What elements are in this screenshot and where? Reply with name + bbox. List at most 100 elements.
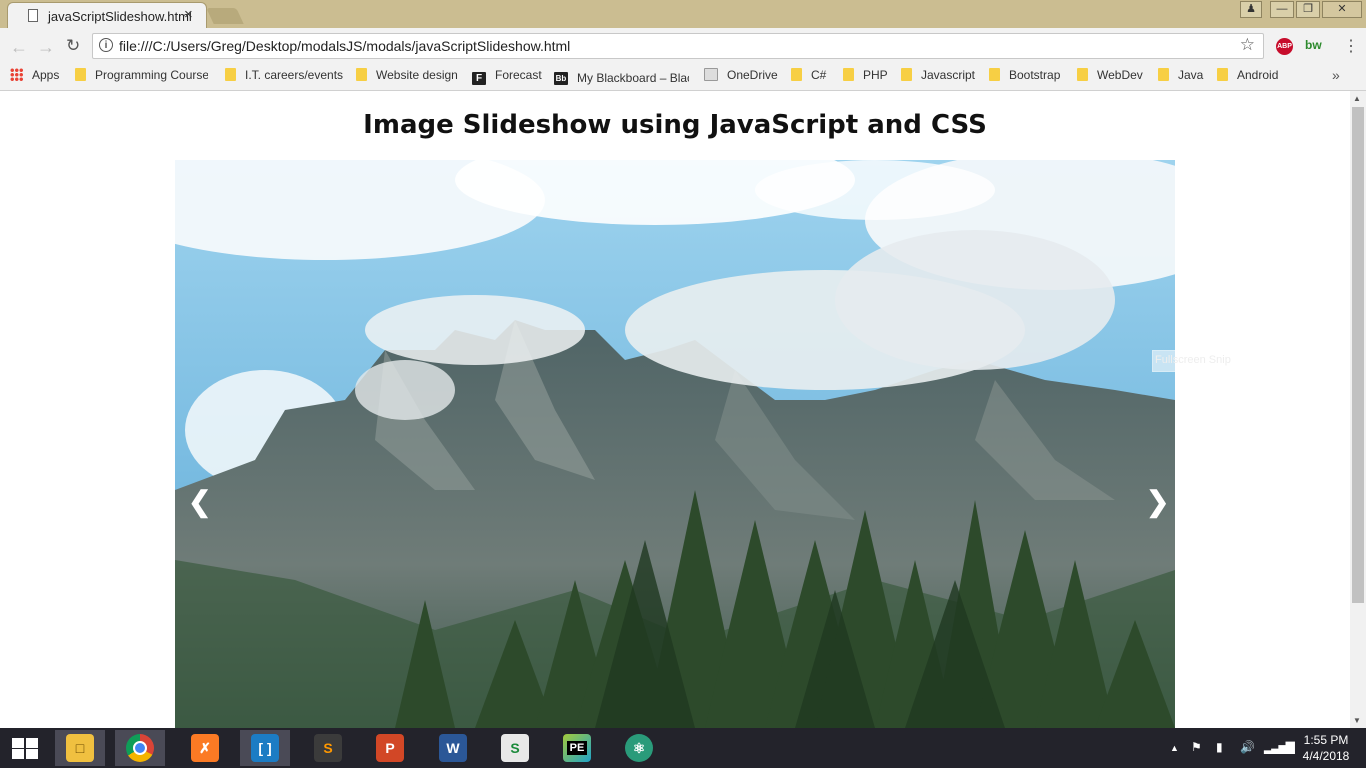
blackboard-icon: Bb [554, 72, 568, 85]
bookmark-java[interactable]: Java [1158, 68, 1203, 86]
start-button-windows-icon[interactable] [12, 738, 38, 759]
xampp-icon: ✗ [191, 734, 219, 762]
maximize-button[interactable]: ❐ [1296, 1, 1320, 18]
bookmark-php[interactable]: PHP [843, 68, 888, 86]
close-window-button[interactable]: ✕ [1322, 1, 1362, 18]
scrollbar-thumb[interactable] [1352, 107, 1364, 603]
bookmark-label: Java [1178, 68, 1204, 82]
bookmark-label: Apps [32, 68, 60, 82]
bookmark-apps[interactable]: Apps [10, 68, 59, 86]
bookmark-star-icon[interactable]: ☆ [1240, 35, 1255, 55]
taskbar-snagit[interactable]: S [490, 730, 540, 766]
bookmark-javascript[interactable]: Javascript [901, 68, 975, 86]
browser-toolbar: ← → ↻ i file:///C:/Users/Greg/Desktop/mo… [0, 28, 1366, 64]
reload-icon[interactable]: ↻ [66, 36, 80, 56]
folder-icon [1158, 68, 1169, 81]
phpstorm-icon: PE [563, 734, 591, 762]
volume-icon[interactable]: 🔊 [1240, 740, 1255, 754]
menu-icon[interactable]: ⋮ [1343, 36, 1359, 56]
network-signal-icon[interactable]: ▂▃▅▇ [1264, 740, 1295, 754]
tab-title: javaScriptSlideshow.html [48, 9, 192, 24]
folder-icon [1217, 68, 1228, 81]
taskbar-sublime[interactable]: S [303, 730, 353, 766]
page-viewport: Image Slideshow using JavaScript and CSS [0, 91, 1350, 728]
mountain-landscape-image [175, 160, 1175, 728]
taskbar-phpstorm[interactable]: PE [552, 730, 602, 766]
bookmark-label: PHP [863, 68, 888, 82]
browser-tab[interactable]: javaScriptSlideshow.html × [8, 3, 206, 29]
apps-grid-icon [10, 68, 23, 81]
brackets-icon: [ ] [251, 734, 279, 762]
bookmark-label: Javascript [921, 68, 976, 82]
folder-icon [989, 68, 1000, 81]
next-slide-arrow[interactable]: ❯ [1146, 485, 1169, 518]
slideshow-image [175, 160, 1175, 728]
bookmark-android[interactable]: Android [1217, 68, 1278, 86]
folder-icon [225, 68, 236, 81]
windows-taskbar: □ ✗ [ ] S P W S PE ⚛ ▲ ⚑ ▮ 🔊 ▂▃▅▇ 1:55 P… [0, 728, 1366, 768]
onedrive-icon [704, 68, 718, 81]
bookmark-programming-course[interactable]: Programming Course [75, 68, 208, 86]
taskbar-powerpoint[interactable]: P [365, 730, 415, 766]
tab-close-icon[interactable]: × [184, 6, 193, 23]
window-title-bar: javaScriptSlideshow.html × ♟ — ❐ ✕ [0, 0, 1366, 29]
bookmark-forecast[interactable]: F Forecast [472, 68, 542, 86]
bookmark-it-careers[interactable]: I.T. careers/events [225, 68, 343, 86]
bookmark-label: I.T. careers/events [245, 68, 344, 82]
bookmarks-overflow-icon[interactable]: » [1332, 67, 1340, 83]
taskbar-atom[interactable]: ⚛ [614, 730, 664, 766]
bookmark-label: WebDev [1097, 68, 1143, 82]
bookmark-label: My Blackboard – Blac [577, 71, 689, 85]
taskbar-file-explorer[interactable]: □ [55, 730, 105, 766]
powerpoint-icon: P [376, 734, 404, 762]
chrome-icon [126, 734, 154, 762]
folder-icon [901, 68, 912, 81]
scroll-up-arrow-icon[interactable]: ▲ [1353, 94, 1361, 103]
bookmark-website-design[interactable]: Website design [356, 68, 458, 86]
bookmarks-bar: Apps Programming Course I.T. careers/eve… [0, 64, 1366, 91]
taskbar-word[interactable]: W [428, 730, 478, 766]
file-explorer-icon: □ [66, 734, 94, 762]
info-icon[interactable]: i [99, 38, 113, 52]
page-heading: Image Slideshow using JavaScript and CSS [363, 110, 987, 140]
minimize-button[interactable]: — [1270, 1, 1294, 18]
adblock-plus-icon[interactable]: ABP [1276, 38, 1293, 55]
back-icon[interactable]: ← [10, 37, 28, 58]
bookmark-label: Android [1237, 68, 1279, 82]
bookmark-onedrive[interactable]: OneDrive [704, 68, 778, 86]
action-flag-icon[interactable]: ⚑ [1191, 740, 1202, 754]
folder-icon [843, 68, 854, 81]
vertical-scrollbar[interactable]: ▲ ▼ [1350, 91, 1366, 728]
taskbar-chrome[interactable] [115, 730, 165, 766]
bookmark-label: Bootstrap [1009, 68, 1061, 82]
show-hidden-icons-icon[interactable]: ▲ [1170, 743, 1179, 753]
folder-icon [791, 68, 802, 81]
bookmark-label: Programming Course [95, 68, 208, 82]
profile-icon[interactable]: ♟ [1240, 1, 1262, 18]
scroll-down-arrow-icon[interactable]: ▼ [1353, 716, 1361, 725]
taskbar-xampp[interactable]: ✗ [180, 730, 230, 766]
bookmark-label: OneDrive [727, 68, 778, 82]
clock-date: 4/4/2018 [1302, 749, 1350, 763]
battery-icon[interactable]: ▮ [1216, 740, 1223, 754]
atom-icon: ⚛ [625, 734, 653, 762]
url-text[interactable]: file:///C:/Users/Greg/Desktop/modalsJS/m… [119, 38, 570, 54]
document-icon [28, 9, 38, 22]
previous-slide-arrow[interactable]: ❮ [188, 485, 211, 518]
new-tab-button[interactable] [206, 8, 244, 24]
sublime-icon: S [314, 734, 342, 762]
bookmark-blackboard[interactable]: Bb My Blackboard – Blac [554, 68, 689, 86]
snagit-icon: S [501, 734, 529, 762]
address-bar[interactable]: i file:///C:/Users/Greg/Desktop/modalsJS… [92, 33, 1264, 59]
bookmark-webdev[interactable]: WebDev [1077, 68, 1143, 86]
taskbar-brackets[interactable]: [ ] [240, 730, 290, 766]
folder-icon [75, 68, 86, 81]
bookmark-csharp[interactable]: C# [791, 68, 826, 86]
bookmark-bootstrap[interactable]: Bootstrap [989, 68, 1060, 86]
folder-icon [1077, 68, 1088, 81]
extension-bw-icon[interactable]: bw [1305, 38, 1322, 52]
word-icon: W [439, 734, 467, 762]
taskbar-clock[interactable]: 1:55 PM 4/4/2018 [1302, 732, 1350, 764]
forward-icon[interactable]: → [37, 37, 55, 58]
bookmark-label: Website design [376, 68, 458, 82]
